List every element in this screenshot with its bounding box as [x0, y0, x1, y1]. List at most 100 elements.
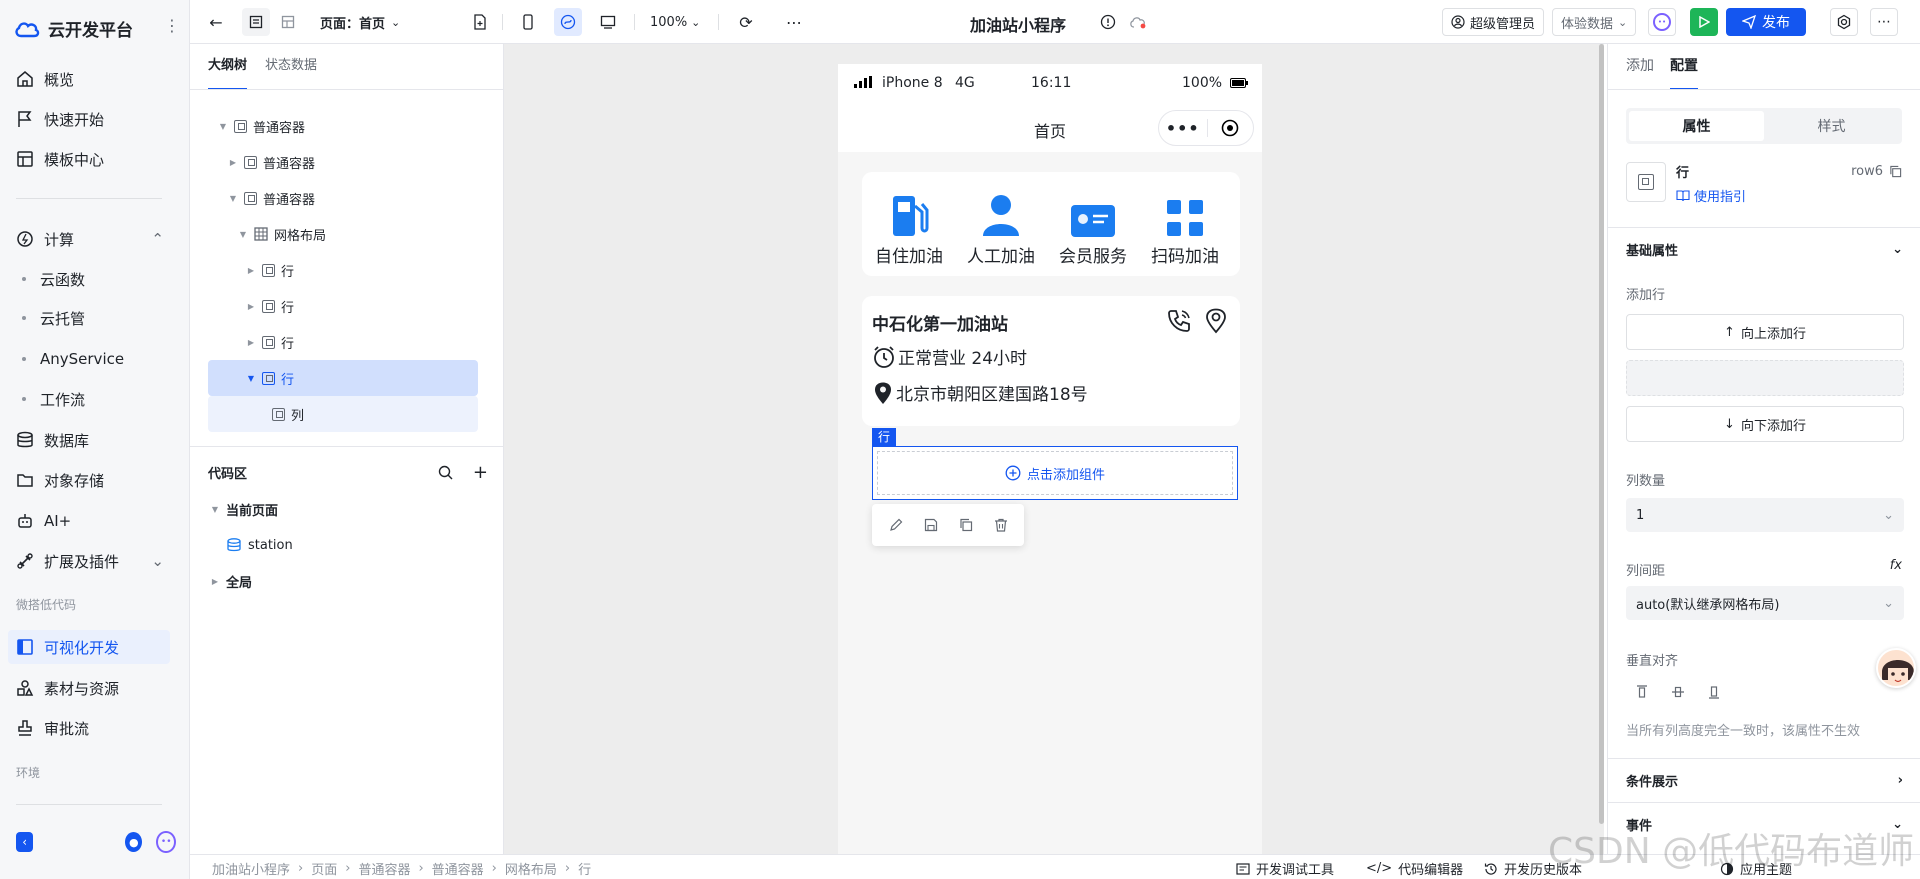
columns-select[interactable]: 1 ⌄ [1626, 498, 1904, 532]
cloud-sync-status[interactable] [1124, 8, 1152, 36]
add-component-area[interactable]: 点击添加组件 [877, 451, 1233, 495]
sidebar-item-assets[interactable]: 素材与资源 [8, 671, 170, 705]
page-selector[interactable]: 页面：首页 ⌄ [320, 8, 400, 36]
sidebar-item-database[interactable]: 数据库 [8, 423, 170, 457]
selected-row-component[interactable]: 点击添加组件 [872, 446, 1238, 500]
station-card[interactable]: 中石化第一加油站 正常营业 24小时 北京市朝阳区建国路18号 [862, 296, 1240, 426]
canvas-scrollbar[interactable] [1599, 44, 1604, 824]
assistant-avatar[interactable] [1876, 648, 1916, 688]
grid-item-member[interactable]: 会员服务 [1048, 190, 1138, 267]
tree-node[interactable]: ▼ 网格布局 [238, 219, 326, 249]
code-editor[interactable]: </> 代码编辑器 [1366, 859, 1463, 878]
refresh-button[interactable]: ⟳ [732, 8, 760, 36]
align-middle-icon[interactable] [1670, 684, 1686, 700]
phone-preview[interactable]: iPhone 8 4G 16:11 100% 首页 ••• 自住加油 人工加油 [838, 64, 1262, 854]
desktop-view-button[interactable] [594, 8, 622, 36]
add-row-above-button[interactable]: ↑ 向上添加行 [1626, 314, 1904, 350]
location-pin-icon[interactable] [1204, 308, 1228, 334]
page-view-button[interactable] [242, 8, 270, 36]
tree-node[interactable]: ▶ 行 [246, 255, 294, 285]
info-button[interactable] [1094, 8, 1122, 36]
tab-outline-tree[interactable]: 大纲树 [208, 44, 248, 90]
sidebar-item-workflow[interactable]: 工作流 [8, 382, 170, 416]
align-bottom-icon[interactable] [1706, 684, 1722, 700]
ai-assistant-icon[interactable]: •• [156, 831, 176, 853]
code-global[interactable]: ▶ 全局 [210, 566, 252, 596]
more-button[interactable]: ⋯ [780, 8, 808, 36]
sidebar-item-templates[interactable]: 模板中心 [8, 142, 170, 176]
more-actions-button[interactable]: ⋯ [1870, 8, 1898, 36]
breadcrumb-item[interactable]: 普通容器 [358, 859, 410, 878]
formula-fx-button[interactable]: fx [1890, 558, 1902, 573]
more-dots-icon[interactable]: ••• [1159, 119, 1207, 138]
tab-add[interactable]: 添加 [1626, 44, 1654, 90]
breadcrumb-item[interactable]: 网格布局 [505, 859, 557, 878]
section-events[interactable]: 事件 ⌄ [1608, 802, 1920, 846]
settings-button[interactable] [1830, 8, 1858, 36]
add-page-button[interactable] [466, 8, 494, 36]
sidebar-item-cloud-hosting[interactable]: 云托管 [8, 301, 170, 335]
sidebar-item-approval[interactable]: 审批流 [8, 711, 170, 745]
breadcrumb-item[interactable]: 页面 [311, 859, 337, 878]
close-miniprogram-icon[interactable] [1207, 119, 1253, 137]
grid-item-self-fuel[interactable]: 自住加油 [864, 190, 954, 267]
gap-select[interactable]: auto(默认继承网格布局) ⌄ [1626, 586, 1904, 620]
collapse-sidebar-icon[interactable]: ‹ [16, 832, 34, 852]
save-icon[interactable] [924, 518, 938, 532]
align-top-icon[interactable] [1634, 684, 1650, 700]
dev-history-versions[interactable]: 开发历史版本 [1484, 859, 1582, 878]
segment-properties[interactable]: 属性 [1629, 111, 1764, 141]
sidebar-item-anyservice[interactable]: AnyService [8, 342, 170, 376]
user-avatar-icon[interactable]: ● [125, 832, 143, 852]
usage-guide-link[interactable]: 使用指引 [1676, 186, 1746, 205]
ai-assistant-button[interactable]: •• [1648, 8, 1676, 36]
copy-icon[interactable] [959, 518, 973, 532]
tab-state-data[interactable]: 状态数据 [265, 44, 317, 90]
layout-view-button[interactable] [274, 8, 302, 36]
search-icon[interactable] [438, 465, 453, 480]
copy-icon[interactable] [1889, 165, 1902, 178]
sidebar-item-ai[interactable]: AI+ [8, 504, 170, 538]
code-current-page[interactable]: ▼ 当前页面 [210, 494, 278, 524]
plus-icon[interactable]: + [473, 462, 488, 483]
more-vertical-icon[interactable]: ⋮ [164, 18, 180, 34]
code-item-station[interactable]: station [226, 530, 293, 560]
dev-debug-tools[interactable]: 开发调试工具 [1236, 859, 1334, 878]
miniprogram-capsule[interactable]: ••• [1158, 110, 1254, 146]
run-button[interactable] [1690, 8, 1718, 36]
sidebar-item-quickstart[interactable]: 快速开始 [8, 102, 170, 136]
sidebar-item-storage[interactable]: 对象存储 [8, 463, 170, 497]
zoom-selector[interactable]: 100% ⌄ [650, 8, 700, 36]
sidebar-item-plugins[interactable]: 扩展及插件 ⌄ [8, 544, 170, 578]
tree-node-selected[interactable]: ▼ 行 [246, 363, 294, 393]
tab-config[interactable]: 配置 [1670, 44, 1698, 90]
tree-node[interactable]: ▼ 普通容器 [228, 183, 315, 213]
trash-icon[interactable] [994, 518, 1008, 532]
tree-node[interactable]: ▶ 普通容器 [228, 147, 315, 177]
publish-button[interactable]: 发布 [1726, 8, 1806, 36]
miniprogram-view-button[interactable] [554, 8, 582, 36]
phone-call-icon[interactable] [1166, 308, 1192, 334]
sidebar-item-compute[interactable]: 计算 ⌃ [8, 222, 170, 256]
tree-node[interactable]: ▼ 普通容器 [218, 111, 305, 141]
section-basic-props[interactable]: 基础属性 ⌄ [1608, 227, 1920, 271]
design-canvas[interactable]: iPhone 8 4G 16:11 100% 首页 ••• 自住加油 人工加油 [504, 44, 1604, 854]
grid-item-manual-fuel[interactable]: 人工加油 [956, 190, 1046, 267]
sidebar-item-overview[interactable]: 概览 [8, 62, 170, 96]
breadcrumb-item[interactable]: 行 [578, 859, 591, 878]
tree-node[interactable]: 列 [272, 399, 304, 429]
tree-node[interactable]: ▶ 行 [246, 327, 294, 357]
segment-styles[interactable]: 样式 [1764, 111, 1899, 141]
sidebar-item-visual-dev[interactable]: 可视化开发 [8, 630, 170, 664]
add-row-below-button[interactable]: ↓ 向下添加行 [1626, 406, 1904, 442]
app-logo[interactable]: 云开发平台 [14, 16, 133, 41]
app-theme[interactable]: 应用主题 [1720, 859, 1792, 878]
data-mode-select[interactable]: 体验数据 ⌄ [1552, 8, 1637, 36]
grid-item-scan-fuel[interactable]: 扫码加油 [1140, 190, 1230, 267]
breadcrumb-item[interactable]: 加油站小程序 [212, 859, 290, 878]
edit-icon[interactable] [889, 518, 903, 532]
back-button[interactable]: ← [202, 8, 230, 36]
tree-node[interactable]: ▶ 行 [246, 291, 294, 321]
mobile-view-button[interactable] [514, 8, 542, 36]
user-role-button[interactable]: 超级管理员 [1442, 8, 1545, 36]
